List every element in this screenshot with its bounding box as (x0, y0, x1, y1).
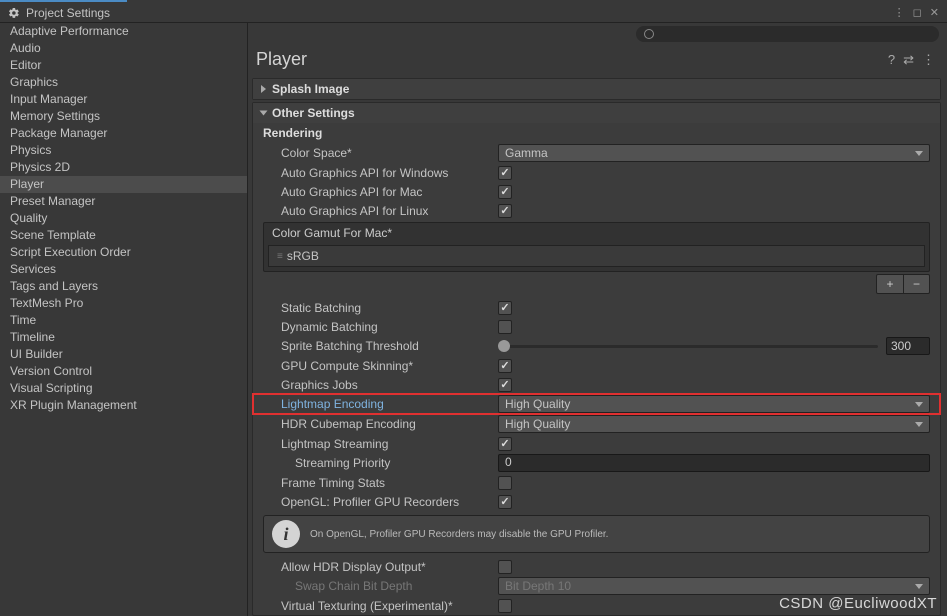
sidebar-item-xr-plugin-management[interactable]: XR Plugin Management (0, 397, 247, 414)
sprite-threshold-slider[interactable] (498, 345, 878, 348)
field-label: Virtual Texturing (Experimental)* (263, 599, 498, 613)
sidebar-item-ui-builder[interactable]: UI Builder (0, 346, 247, 363)
field-label: Swap Chain Bit Depth (263, 579, 498, 593)
field-label: Lightmap Encoding (263, 397, 498, 411)
color-gamut-label: Color Gamut For Mac* (264, 223, 929, 243)
opengl-recorders-checkbox[interactable] (498, 495, 512, 509)
sidebar-item-input-manager[interactable]: Input Manager (0, 91, 247, 108)
sidebar-item-tags-and-layers[interactable]: Tags and Layers (0, 278, 247, 295)
splash-section[interactable]: Splash Image (252, 78, 941, 100)
field-label: Streaming Priority (263, 456, 498, 470)
field-label: OpenGL: Profiler GPU Recorders (263, 495, 498, 509)
sidebar-item-timeline[interactable]: Timeline (0, 329, 247, 346)
other-settings-header[interactable]: Other Settings (253, 103, 940, 123)
color-space-row: Color Space* Gamma (253, 143, 940, 163)
info-box: i On OpenGL, Profiler GPU Recorders may … (263, 515, 930, 553)
field-label: Lightmap Streaming (263, 437, 498, 451)
lightmap-streaming-checkbox[interactable] (498, 437, 512, 451)
menu-icon[interactable]: ⋮ (894, 6, 905, 19)
field-label: Dynamic Batching (263, 320, 498, 334)
info-text: On OpenGL, Profiler GPU Recorders may di… (310, 529, 608, 540)
chevron-down-icon (915, 422, 923, 427)
gpu-skinning-checkbox[interactable] (498, 359, 512, 373)
sprite-threshold-value[interactable]: 300 (886, 337, 930, 355)
chevron-down-icon (915, 584, 923, 589)
sidebar-item-adaptive-performance[interactable]: Adaptive Performance (0, 23, 247, 40)
field-label: Allow HDR Display Output* (263, 560, 498, 574)
window-title: Project Settings (26, 6, 110, 20)
maximize-icon[interactable]: ◻ (913, 6, 922, 19)
title-bar: Project Settings ⋮ ◻ ✕ (0, 3, 947, 23)
lightmap-encoding-dropdown[interactable]: High Quality (498, 395, 930, 413)
dynamic-batching-checkbox[interactable] (498, 320, 512, 334)
chevron-down-icon (915, 402, 923, 407)
field-label: Frame Timing Stats (263, 476, 498, 490)
section-label: Splash Image (272, 82, 349, 96)
sidebar-item-physics-2d[interactable]: Physics 2D (0, 159, 247, 176)
chevron-down-icon (915, 151, 923, 156)
rendering-header: Rendering (253, 123, 940, 143)
color-space-dropdown[interactable]: Gamma (498, 144, 930, 162)
sidebar-item-audio[interactable]: Audio (0, 40, 247, 57)
sidebar-item-time[interactable]: Time (0, 312, 247, 329)
allow-hdr-checkbox[interactable] (498, 560, 512, 574)
sidebar-item-package-manager[interactable]: Package Manager (0, 125, 247, 142)
sidebar-item-visual-scripting[interactable]: Visual Scripting (0, 380, 247, 397)
field-label: Sprite Batching Threshold (263, 339, 498, 353)
sidebar: Adaptive PerformanceAudioEditorGraphicsI… (0, 23, 248, 616)
field-label: Auto Graphics API for Mac (263, 185, 498, 199)
field-label: Auto Graphics API for Windows (263, 166, 498, 180)
field-label: Auto Graphics API for Linux (263, 204, 498, 218)
slider-thumb[interactable] (498, 340, 510, 352)
field-label: Graphics Jobs (263, 378, 498, 392)
sidebar-item-editor[interactable]: Editor (0, 57, 247, 74)
frame-timing-checkbox[interactable] (498, 476, 512, 490)
auto-gfx-linux-checkbox[interactable] (498, 204, 512, 218)
sidebar-item-textmesh-pro[interactable]: TextMesh Pro (0, 295, 247, 312)
preset-icon[interactable]: ⇄ (903, 52, 914, 68)
drag-handle-icon: ≡ (277, 251, 281, 262)
close-icon[interactable]: ✕ (930, 6, 939, 19)
search-input[interactable] (636, 26, 939, 42)
sidebar-item-graphics[interactable]: Graphics (0, 74, 247, 91)
gamut-item[interactable]: ≡ sRGB (268, 245, 925, 267)
graphics-jobs-checkbox[interactable] (498, 378, 512, 392)
foldout-icon (261, 85, 266, 93)
field-label: GPU Compute Skinning* (263, 359, 498, 373)
sidebar-item-version-control[interactable]: Version Control (0, 363, 247, 380)
color-gamut-box: Color Gamut For Mac* ≡ sRGB (263, 222, 930, 272)
info-icon: i (272, 520, 300, 548)
streaming-priority-input[interactable]: 0 (498, 454, 930, 472)
sidebar-item-quality[interactable]: Quality (0, 210, 247, 227)
panel-menu-icon[interactable]: ⋮ (922, 52, 935, 68)
sidebar-item-preset-manager[interactable]: Preset Manager (0, 193, 247, 210)
hdr-cubemap-dropdown[interactable]: High Quality (498, 415, 930, 433)
foldout-icon (260, 111, 268, 116)
auto-gfx-mac-checkbox[interactable] (498, 185, 512, 199)
virtual-texturing-checkbox[interactable] (498, 599, 512, 613)
sidebar-item-physics[interactable]: Physics (0, 142, 247, 159)
panel-title: Player (256, 49, 307, 70)
field-label: HDR Cubemap Encoding (263, 417, 498, 431)
lightmap-encoding-row: Lightmap Encoding High Quality (253, 394, 940, 414)
section-label: Other Settings (272, 106, 355, 120)
swap-chain-dropdown: Bit Depth 10 (498, 577, 930, 595)
auto-gfx-windows-checkbox[interactable] (498, 166, 512, 180)
sidebar-item-script-execution-order[interactable]: Script Execution Order (0, 244, 247, 261)
field-label: Static Batching (263, 301, 498, 315)
sidebar-item-services[interactable]: Services (0, 261, 247, 278)
static-batching-checkbox[interactable] (498, 301, 512, 315)
sidebar-item-player[interactable]: Player (0, 176, 247, 193)
add-button[interactable]: + (877, 275, 903, 293)
remove-button[interactable]: − (903, 275, 929, 293)
sidebar-item-scene-template[interactable]: Scene Template (0, 227, 247, 244)
other-settings-section: Other Settings Rendering Color Space* Ga… (252, 102, 941, 616)
field-label: Color Space* (263, 146, 498, 160)
gamut-item-label: sRGB (287, 249, 319, 263)
help-icon[interactable]: ? (888, 52, 895, 68)
sidebar-item-memory-settings[interactable]: Memory Settings (0, 108, 247, 125)
gear-icon (8, 7, 20, 19)
